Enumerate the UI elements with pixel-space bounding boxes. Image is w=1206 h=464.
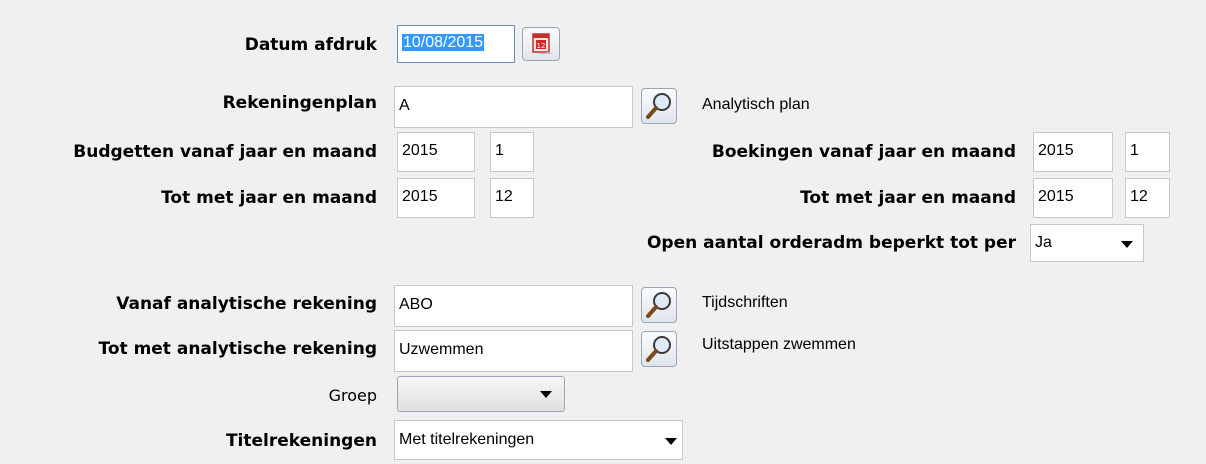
boekingen-vanaf-month-field[interactable]: 1 <box>1125 132 1170 172</box>
groep-select[interactable] <box>397 376 565 412</box>
tot-analytisch-description: Uitstappen zwemmen <box>702 336 856 353</box>
boekingen-tot-year-field[interactable]: 2015 <box>1033 178 1113 218</box>
chevron-down-icon[interactable] <box>540 391 552 398</box>
boekingen-tot-label: Tot met jaar en maand <box>800 188 1016 208</box>
report-options-panel: Datum afdruk 10/08/2015 12 Rekeningenpla… <box>0 0 1206 464</box>
vanaf-analytisch-value: ABO <box>399 296 433 313</box>
budgetten-vanaf-month: 1 <box>495 142 504 159</box>
budgetten-tot-label: Tot met jaar en maand <box>161 188 377 208</box>
boekingen-vanaf-label: Boekingen vanaf jaar en maand <box>711 142 1016 162</box>
titelrekeningen-select[interactable]: Met titelrekeningen <box>394 420 683 460</box>
open-aantal-value: Ja <box>1035 234 1052 251</box>
budgetten-vanaf-month-field[interactable]: 1 <box>490 132 534 172</box>
magnifier-icon <box>646 93 671 119</box>
tot-analytisch-lookup-button[interactable] <box>641 331 677 367</box>
rekeningenplan-label: Rekeningenplan <box>222 93 377 113</box>
rekeningenplan-description: Analytisch plan <box>702 96 810 113</box>
calendar-icon: 12 <box>532 33 553 54</box>
svg-text:12: 12 <box>537 42 546 50</box>
groep-label: Groep <box>328 386 377 405</box>
datum-afdruk-value: 10/08/2015 <box>402 34 485 51</box>
budgetten-tot-month: 12 <box>495 188 513 205</box>
chevron-down-icon[interactable] <box>665 438 677 445</box>
boekingen-tot-month: 12 <box>1130 188 1148 205</box>
budgetten-vanaf-year: 2015 <box>402 142 438 159</box>
vanaf-analytisch-description: Tijdschriften <box>702 294 788 311</box>
budgetten-tot-month-field[interactable]: 12 <box>490 178 534 218</box>
boekingen-vanaf-year: 2015 <box>1038 142 1074 159</box>
vanaf-analytisch-lookup-button[interactable] <box>641 287 677 323</box>
rekeningenplan-value: A <box>399 97 410 114</box>
boekingen-vanaf-year-field[interactable]: 2015 <box>1033 132 1113 172</box>
boekingen-tot-month-field[interactable]: 12 <box>1125 178 1170 218</box>
titelrekeningen-value: Met titelrekeningen <box>399 431 535 448</box>
open-aantal-select[interactable]: Ja <box>1030 224 1144 262</box>
boekingen-tot-year: 2015 <box>1038 188 1074 205</box>
tot-analytisch-value: Uzwemmen <box>399 341 484 358</box>
rekeningenplan-lookup-button[interactable] <box>641 88 677 124</box>
vanaf-analytisch-field[interactable]: ABO <box>394 285 633 327</box>
open-aantal-label: Open aantal orderadm beperkt tot per <box>646 233 1016 253</box>
magnifier-icon <box>646 336 671 362</box>
chevron-down-icon[interactable] <box>1121 241 1133 248</box>
magnifier-icon <box>646 292 671 318</box>
tot-analytisch-field[interactable]: Uzwemmen <box>394 330 633 372</box>
budgetten-tot-year-field[interactable]: 2015 <box>397 178 475 218</box>
datum-afdruk-label: Datum afdruk <box>244 35 377 55</box>
budgetten-vanaf-year-field[interactable]: 2015 <box>397 132 475 172</box>
vanaf-analytisch-label: Vanaf analytische rekening <box>116 294 377 314</box>
budgetten-tot-year: 2015 <box>402 188 438 205</box>
datum-afdruk-field[interactable]: 10/08/2015 <box>397 25 515 63</box>
tot-analytisch-label: Tot met analytische rekening <box>98 339 378 359</box>
budgetten-vanaf-label: Budgetten vanaf jaar en maand <box>73 142 377 162</box>
titelrekeningen-label: Titelrekeningen <box>225 431 377 451</box>
calendar-button[interactable]: 12 <box>522 27 560 61</box>
boekingen-vanaf-month: 1 <box>1130 142 1139 159</box>
rekeningenplan-field[interactable]: A <box>394 86 633 128</box>
